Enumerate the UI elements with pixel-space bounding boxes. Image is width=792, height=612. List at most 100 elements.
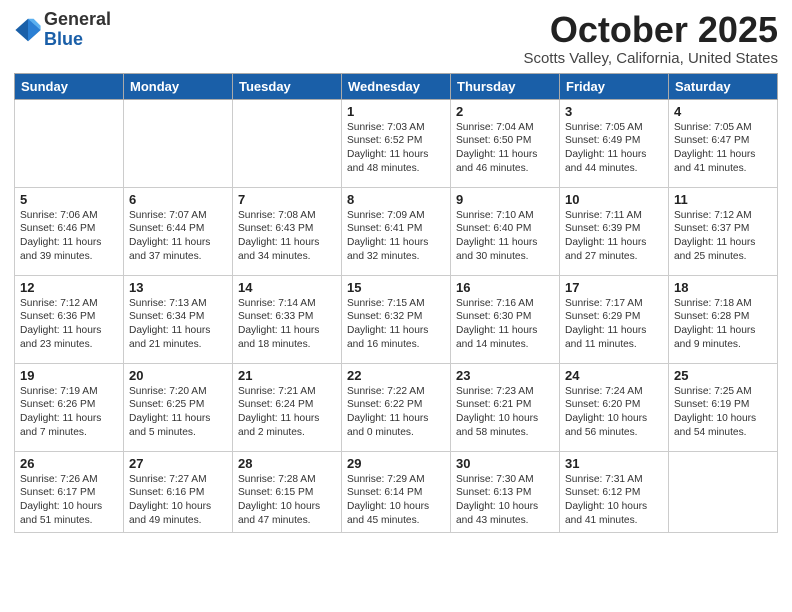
- day-number: 4: [674, 104, 772, 119]
- calendar-table: Sunday Monday Tuesday Wednesday Thursday…: [14, 73, 778, 533]
- day-info: Sunrise: 7:12 AMSunset: 6:37 PMDaylight:…: [674, 209, 772, 264]
- logo-general: General: [44, 9, 111, 29]
- table-row: 26 Sunrise: 7:26 AMSunset: 6:17 PMDayligh…: [15, 451, 124, 532]
- logo-blue: Blue: [44, 29, 83, 49]
- day-number: 14: [238, 280, 336, 295]
- table-row: [233, 99, 342, 187]
- day-number: 26: [20, 456, 118, 471]
- table-row: 8 Sunrise: 7:09 AMSunset: 6:41 PMDaylight…: [342, 187, 451, 275]
- day-number: 24: [565, 368, 663, 383]
- day-number: 19: [20, 368, 118, 383]
- table-row: 20Sunrise: 7:20 AMSunset: 6:25 PMDayligh…: [124, 363, 233, 451]
- calendar-week-2: 5Sunrise: 7:06 AMSunset: 6:46 PMDaylight…: [15, 187, 778, 275]
- table-row: 6 Sunrise: 7:07 AMSunset: 6:44 PMDaylight…: [124, 187, 233, 275]
- day-number: 8: [347, 192, 445, 207]
- table-row: 11 Sunrise: 7:12 AMSunset: 6:37 PMDayligh…: [669, 187, 778, 275]
- day-number: 21: [238, 368, 336, 383]
- day-info: Sunrise: 7:08 AMSunset: 6:43 PMDaylight:…: [238, 209, 336, 264]
- day-info: Sunrise: 7:12 AMSunset: 6:36 PMDaylight:…: [20, 297, 118, 352]
- day-info: Sunrise: 7:30 AMSunset: 6:13 PMDaylight:…: [456, 473, 554, 528]
- table-row: 4 Sunrise: 7:05 AMSunset: 6:47 PMDaylight…: [669, 99, 778, 187]
- day-info: Sunrise: 7:15 AMSunset: 6:32 PMDaylight:…: [347, 297, 445, 352]
- calendar-week-4: 19 Sunrise: 7:19 AMSunset: 6:26 PMDayligh…: [15, 363, 778, 451]
- day-info: Sunrise: 7:22 AMSunset: 6:22 PMDaylight:…: [347, 385, 445, 440]
- col-monday: Monday: [124, 73, 233, 99]
- day-number: 31: [565, 456, 663, 471]
- table-row: 7 Sunrise: 7:08 AMSunset: 6:43 PMDaylight…: [233, 187, 342, 275]
- day-info: Sunrise: 7:27 AMSunset: 6:16 PMDaylight:…: [129, 473, 227, 528]
- day-info: Sunrise: 7:28 AMSunset: 6:15 PMDaylight:…: [238, 473, 336, 528]
- table-row: 25Sunrise: 7:25 AMSunset: 6:19 PMDayligh…: [669, 363, 778, 451]
- day-info: Sunrise: 7:31 AMSunset: 6:12 PMDaylight:…: [565, 473, 663, 528]
- day-info: Sunrise: 7:05 AMSunset: 6:49 PMDaylight:…: [565, 121, 663, 176]
- day-info: Sunrise: 7:18 AMSunset: 6:28 PMDaylight:…: [674, 297, 772, 352]
- table-row: 21Sunrise: 7:21 AMSunset: 6:24 PMDayligh…: [233, 363, 342, 451]
- day-number: 6: [129, 192, 227, 207]
- day-info: Sunrise: 7:14 AMSunset: 6:33 PMDaylight:…: [238, 297, 336, 352]
- day-info: Sunrise: 7:17 AMSunset: 6:29 PMDaylight:…: [565, 297, 663, 352]
- day-info: Sunrise: 7:26 AMSunset: 6:17 PMDaylight:…: [20, 473, 118, 528]
- day-number: 18: [674, 280, 772, 295]
- day-info: Sunrise: 7:13 AMSunset: 6:34 PMDaylight:…: [129, 297, 227, 352]
- day-number: 2: [456, 104, 554, 119]
- day-number: 22: [347, 368, 445, 383]
- calendar-week-5: 26 Sunrise: 7:26 AMSunset: 6:17 PMDayligh…: [15, 451, 778, 532]
- day-number: 5: [20, 192, 118, 207]
- day-info: Sunrise: 7:07 AMSunset: 6:44 PMDaylight:…: [129, 209, 227, 264]
- table-row: 15 Sunrise: 7:15 AMSunset: 6:32 PMDayligh…: [342, 275, 451, 363]
- day-number: 29: [347, 456, 445, 471]
- day-info: Sunrise: 7:24 AMSunset: 6:20 PMDaylight:…: [565, 385, 663, 440]
- day-info: Sunrise: 7:16 AMSunset: 6:30 PMDaylight:…: [456, 297, 554, 352]
- table-row: 5Sunrise: 7:06 AMSunset: 6:46 PMDaylight…: [15, 187, 124, 275]
- table-row: 24 Sunrise: 7:24 AMSunset: 6:20 PMDayligh…: [560, 363, 669, 451]
- table-row: [669, 451, 778, 532]
- col-saturday: Saturday: [669, 73, 778, 99]
- day-info: Sunrise: 7:29 AMSunset: 6:14 PMDaylight:…: [347, 473, 445, 528]
- day-info: Sunrise: 7:20 AMSunset: 6:25 PMDaylight:…: [129, 385, 227, 440]
- day-info: Sunrise: 7:11 AMSunset: 6:39 PMDaylight:…: [565, 209, 663, 264]
- day-number: 9: [456, 192, 554, 207]
- month-title: October 2025: [523, 10, 778, 50]
- day-info: Sunrise: 7:05 AMSunset: 6:47 PMDaylight:…: [674, 121, 772, 176]
- day-number: 27: [129, 456, 227, 471]
- day-info: Sunrise: 7:19 AMSunset: 6:26 PMDaylight:…: [20, 385, 118, 440]
- table-row: 31 Sunrise: 7:31 AMSunset: 6:12 PMDayligh…: [560, 451, 669, 532]
- day-number: 10: [565, 192, 663, 207]
- day-info: Sunrise: 7:09 AMSunset: 6:41 PMDaylight:…: [347, 209, 445, 264]
- table-row: 28 Sunrise: 7:28 AMSunset: 6:15 PMDayligh…: [233, 451, 342, 532]
- day-number: 15: [347, 280, 445, 295]
- day-number: 17: [565, 280, 663, 295]
- table-row: 17 Sunrise: 7:17 AMSunset: 6:29 PMDayligh…: [560, 275, 669, 363]
- day-number: 13: [129, 280, 227, 295]
- table-row: 22 Sunrise: 7:22 AMSunset: 6:22 PMDayligh…: [342, 363, 451, 451]
- table-row: 27 Sunrise: 7:27 AMSunset: 6:16 PMDayligh…: [124, 451, 233, 532]
- table-row: 16Sunrise: 7:16 AMSunset: 6:30 PMDayligh…: [451, 275, 560, 363]
- title-block: October 2025 Scotts Valley, California, …: [523, 10, 778, 67]
- logo-text: General Blue: [44, 10, 111, 50]
- table-row: 3 Sunrise: 7:05 AMSunset: 6:49 PMDaylight…: [560, 99, 669, 187]
- table-row: 19 Sunrise: 7:19 AMSunset: 6:26 PMDayligh…: [15, 363, 124, 451]
- header: General Blue October 2025 Scotts Valley,…: [14, 10, 778, 67]
- day-info: Sunrise: 7:03 AMSunset: 6:52 PMDaylight:…: [347, 121, 445, 176]
- col-thursday: Thursday: [451, 73, 560, 99]
- day-number: 28: [238, 456, 336, 471]
- day-number: 7: [238, 192, 336, 207]
- day-number: 23: [456, 368, 554, 383]
- page: General Blue October 2025 Scotts Valley,…: [0, 0, 792, 612]
- table-row: 23 Sunrise: 7:23 AMSunset: 6:21 PMDayligh…: [451, 363, 560, 451]
- day-info: Sunrise: 7:23 AMSunset: 6:21 PMDaylight:…: [456, 385, 554, 440]
- table-row: 29 Sunrise: 7:29 AMSunset: 6:14 PMDayligh…: [342, 451, 451, 532]
- table-row: 10 Sunrise: 7:11 AMSunset: 6:39 PMDayligh…: [560, 187, 669, 275]
- table-row: 30 Sunrise: 7:30 AMSunset: 6:13 PMDayligh…: [451, 451, 560, 532]
- table-row: 18 Sunrise: 7:18 AMSunset: 6:28 PMDayligh…: [669, 275, 778, 363]
- col-tuesday: Tuesday: [233, 73, 342, 99]
- table-row: 14 Sunrise: 7:14 AMSunset: 6:33 PMDayligh…: [233, 275, 342, 363]
- day-number: 12: [20, 280, 118, 295]
- day-number: 11: [674, 192, 772, 207]
- table-row: 1 Sunrise: 7:03 AMSunset: 6:52 PMDaylight…: [342, 99, 451, 187]
- day-number: 30: [456, 456, 554, 471]
- table-row: 2Sunrise: 7:04 AMSunset: 6:50 PMDaylight…: [451, 99, 560, 187]
- day-number: 3: [565, 104, 663, 119]
- day-number: 1: [347, 104, 445, 119]
- calendar-week-3: 12 Sunrise: 7:12 AMSunset: 6:36 PMDayligh…: [15, 275, 778, 363]
